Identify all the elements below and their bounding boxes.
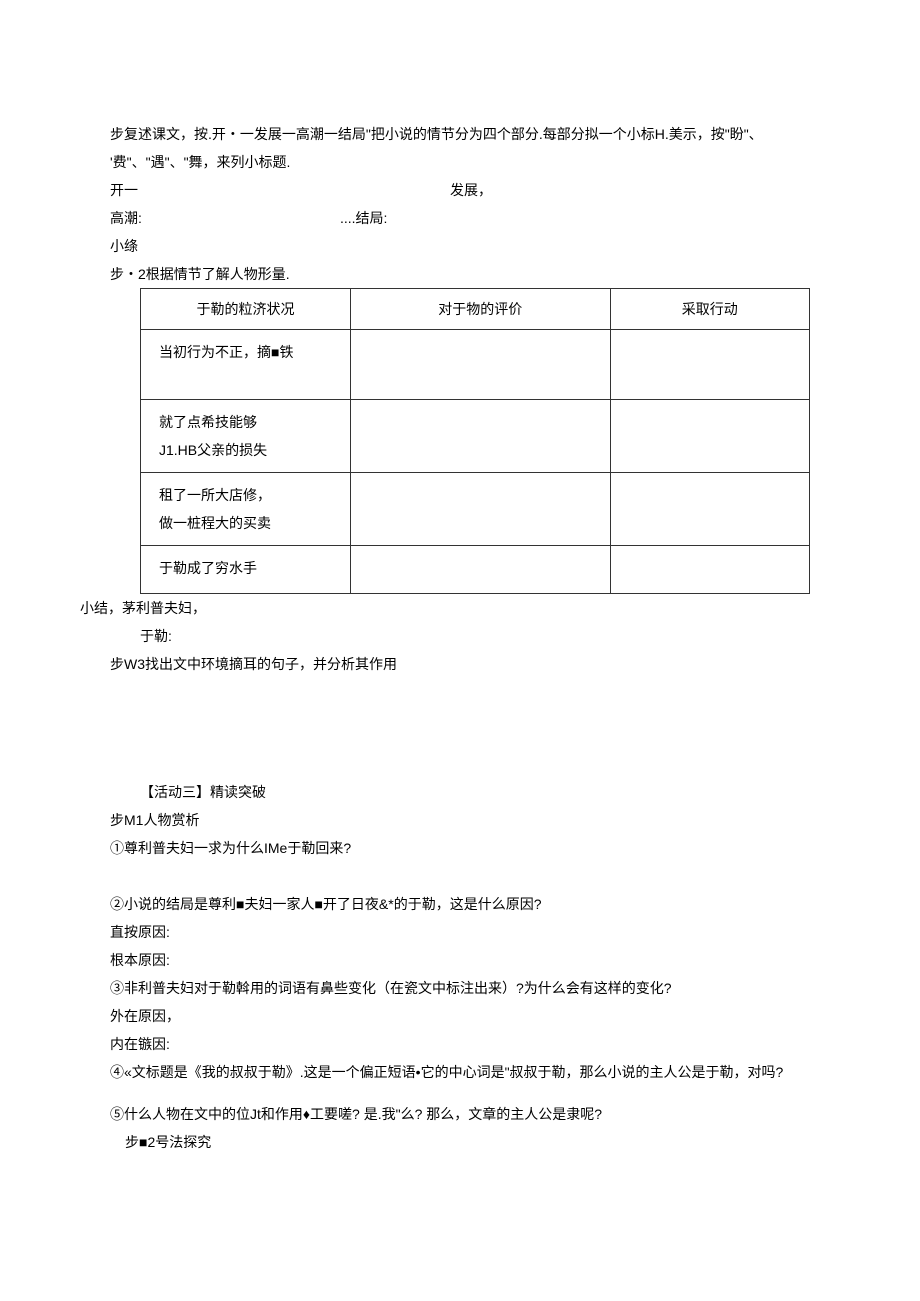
table-row: 租了一所大店修， 做一桩程大的买卖	[141, 473, 810, 546]
table-header-row: 于勒的粒济状况 对于物的评价 采取行动	[141, 289, 810, 330]
table-row: 当初行为不正，摘■铁	[141, 330, 810, 400]
table-cell: 当初行为不正，摘■铁	[141, 330, 351, 400]
table-header-cell: 对于物的评价	[351, 289, 611, 330]
table-row: 就了点希技能够 J1.HB父亲的损失	[141, 400, 810, 473]
table-row: 于勒成了穷水手	[141, 546, 810, 594]
table-cell	[610, 546, 809, 594]
question-5: ⑤什么人物在文中的位Jt和作用♦工要嗟? 是.我"么? 那么，文章的主人公是隶呢…	[80, 1100, 840, 1128]
step-2-heading: 步・2根据情节了解人物形量.	[80, 260, 840, 288]
question-2: ②小说的结局是尊利■夫妇一家人■开了日夜&*的于勒，这是什么原因?	[80, 890, 840, 918]
table-cell	[351, 330, 611, 400]
table-cell: 就了点希技能够 J1.HB父亲的损失	[141, 400, 351, 473]
table-cell	[351, 473, 611, 546]
step-b2: 步■2号法探究	[80, 1128, 840, 1156]
table-cell	[610, 330, 809, 400]
table-cell	[351, 400, 611, 473]
question-1: ①尊利普夫妇一求为什么IMe于勒回来?	[80, 834, 840, 862]
character-table: 于勒的粒济状况 对于物的评价 采取行动 当初行为不正，摘■铁 就了点希技能够 J…	[140, 288, 810, 594]
step-w3: 步W3找出文中环境摘耳的句子，并分析其作用	[80, 650, 840, 678]
activity-3-heading: 【活动三】精读突破	[80, 778, 840, 806]
step-m1-heading: 步M1人物赏析	[80, 806, 840, 834]
plot-open-develop-row: 开一 发展，	[80, 176, 840, 204]
table-cell	[351, 546, 611, 594]
question-3: ③非利普夫妇对于勒斡用的词语有鼻些变化（在瓷文中标注出来）?为什么会有这样的变化…	[80, 974, 840, 1002]
table-cell: 于勒成了穷水手	[141, 546, 351, 594]
question-4: ④«文标题是《我的叔叔于勒》.这是一个偏正短语•它的中心词是"叔叔于勒，那么小说…	[80, 1058, 840, 1086]
yule-label: 于勒:	[80, 622, 840, 650]
table-header-cell: 采取行动	[610, 289, 809, 330]
summary-label: 小绦	[80, 232, 840, 260]
plot-open-label: 开一	[110, 176, 450, 204]
plot-climax-label: 高潮:	[110, 204, 340, 232]
plot-end-label: ....结局:	[340, 204, 387, 232]
table-cell	[610, 473, 809, 546]
paragraph-intro: 步复述课文，按.开・一发展一高潮一结局"把小说的情节分为四个部分.每部分拟一个小…	[80, 120, 840, 176]
direct-reason-label: 直按原因:	[80, 918, 840, 946]
plot-develop-label: 发展，	[450, 176, 840, 204]
table-header-cell: 于勒的粒济状况	[141, 289, 351, 330]
table-cell	[610, 400, 809, 473]
plot-climax-end-row: 高潮: ....结局:	[80, 204, 840, 232]
table-cell: 租了一所大店修， 做一桩程大的买卖	[141, 473, 351, 546]
external-reason-label: 外在原因，	[80, 1002, 840, 1030]
summary-couple: 小结，茅利普夫妇，	[80, 594, 840, 622]
root-reason-label: 根本原因:	[80, 946, 840, 974]
internal-reason-label: 内在镞因:	[80, 1030, 840, 1058]
